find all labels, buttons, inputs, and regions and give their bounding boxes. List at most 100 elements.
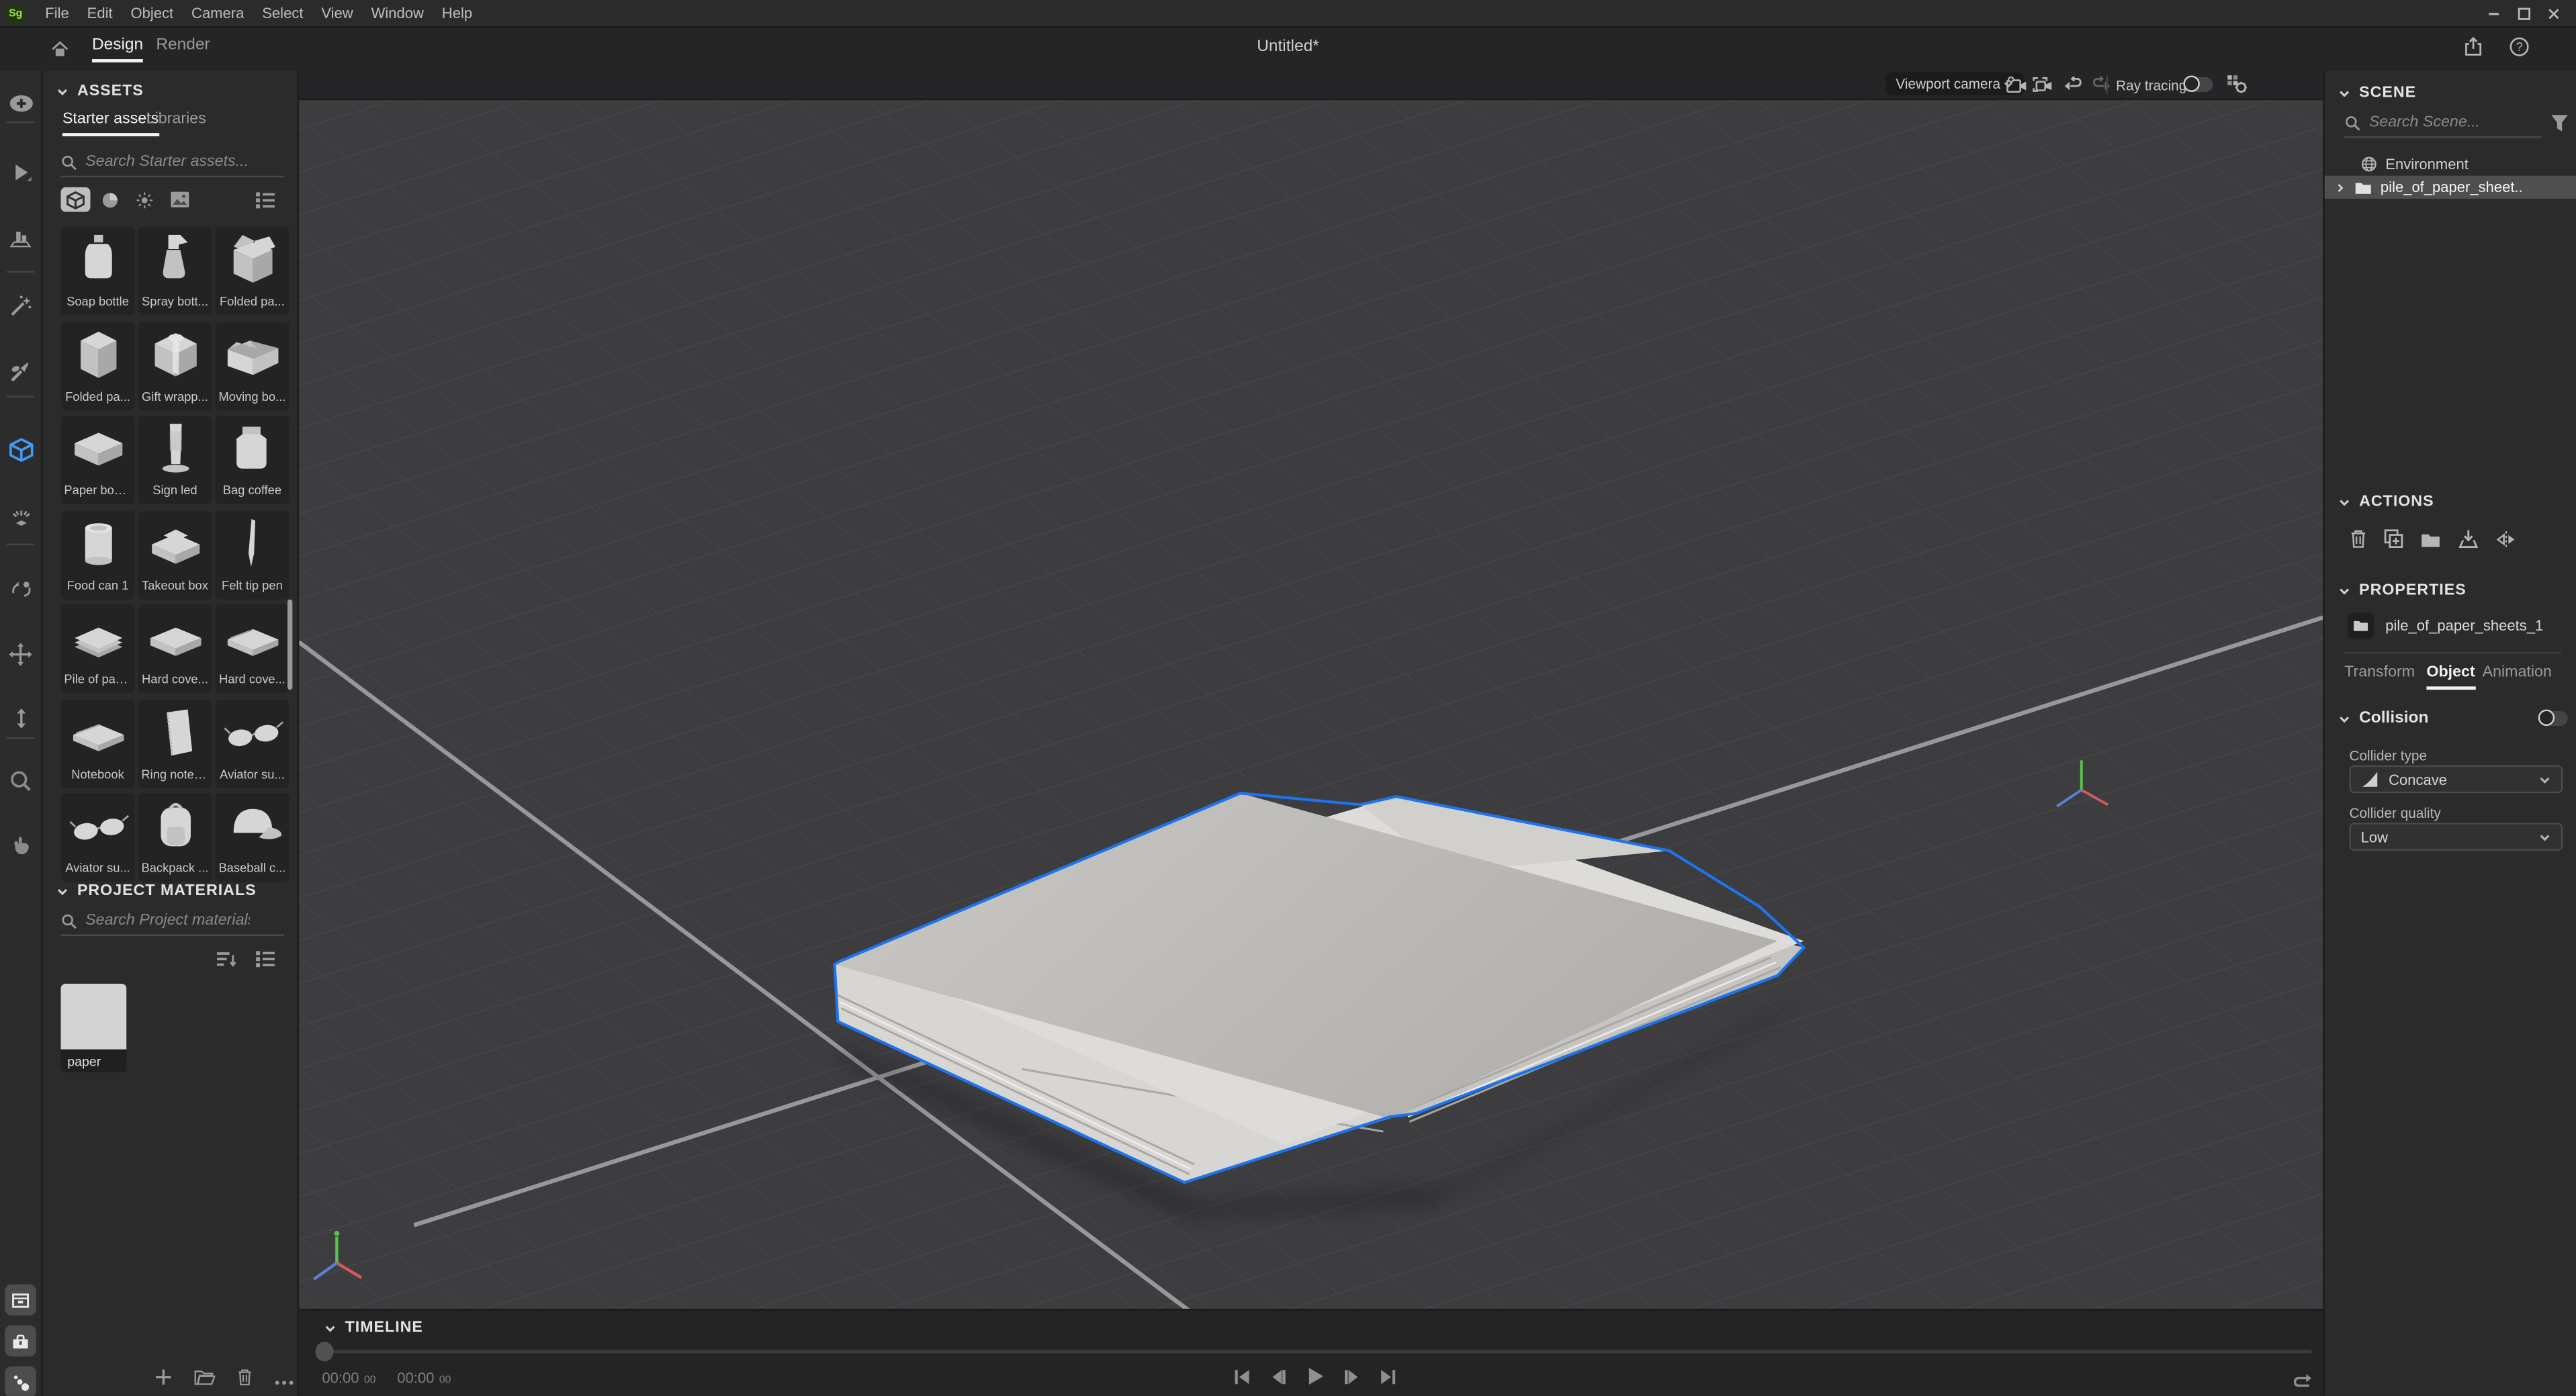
asset-tile[interactable]: Hard cove... — [138, 604, 212, 693]
asset-tile[interactable]: Gift wrapp... — [138, 321, 212, 410]
environment-light-tool[interactable] — [7, 502, 35, 530]
minimize-button[interactable] — [2484, 3, 2503, 23]
delete-action-button[interactable] — [2349, 527, 2367, 557]
add-tool[interactable] — [7, 89, 35, 117]
properties-tab-transform[interactable]: Transform — [2344, 663, 2415, 686]
camera-redo-button[interactable] — [2088, 74, 2115, 95]
asset-tile[interactable]: Food can 1 — [60, 510, 134, 598]
scene-header[interactable]: SCENE — [2338, 84, 2416, 102]
maximize-button[interactable] — [2514, 3, 2533, 23]
filter-images-button[interactable] — [165, 187, 194, 212]
camera-selector[interactable]: Viewport camera — [1886, 73, 2024, 95]
filter-lights-button[interactable] — [130, 187, 159, 212]
asset-tile[interactable]: Baseball c... — [215, 793, 289, 882]
play-button[interactable] — [1304, 1366, 1326, 1386]
asset-tile[interactable]: Soap bottle — [60, 227, 134, 316]
duplicate-action-button[interactable] — [2384, 527, 2403, 557]
asset-tile[interactable]: Hard cove... — [215, 604, 289, 693]
close-button[interactable] — [2543, 3, 2563, 23]
actions-header[interactable]: ACTIONS — [2338, 493, 2434, 511]
asset-tile[interactable]: Aviator su... — [215, 699, 289, 788]
asset-tile[interactable]: Folded pa... — [60, 321, 134, 410]
eyedropper-tool[interactable] — [7, 358, 35, 386]
collision-toggle[interactable] — [2540, 711, 2568, 726]
scale-tool[interactable] — [7, 704, 35, 733]
assets-scrollbar[interactable] — [287, 600, 292, 690]
menu-view[interactable]: View — [312, 0, 362, 26]
home-button[interactable] — [49, 38, 71, 67]
skip-to-start-button[interactable] — [1232, 1367, 1251, 1385]
collider-quality-select[interactable]: Low — [2349, 823, 2563, 851]
group-action-button[interactable] — [2420, 527, 2442, 557]
menu-object[interactable]: Object — [122, 0, 183, 26]
frame-camera-button[interactable] — [2031, 74, 2057, 95]
menu-camera[interactable]: Camera — [183, 0, 253, 26]
loop-playback-button[interactable] — [2292, 1368, 2313, 1396]
asset-tile[interactable]: Felt tip pen — [215, 510, 289, 598]
add-camera-button[interactable] — [2004, 74, 2031, 95]
scene-search[interactable] — [2344, 113, 2525, 132]
asset-tile[interactable]: Takeout box — [138, 510, 212, 598]
paper-stack-object[interactable] — [834, 793, 1804, 1182]
camera-undo-button[interactable] — [2060, 74, 2086, 95]
asset-tile[interactable]: Moving bo... — [215, 321, 289, 410]
select-tool[interactable] — [7, 158, 35, 186]
menu-select[interactable]: Select — [253, 0, 312, 26]
project-materials-header[interactable]: PROJECT MATERIALS — [56, 882, 256, 900]
particles-button[interactable] — [5, 1366, 36, 1396]
scene-search-input[interactable] — [2369, 113, 2525, 132]
asset-tile[interactable]: Paper box ... — [60, 416, 134, 504]
skip-to-end-button[interactable] — [1378, 1367, 1398, 1385]
asset-tile[interactable]: Notebook — [60, 699, 134, 788]
filter-models-button[interactable] — [60, 187, 90, 212]
playhead-knob[interactable] — [316, 1342, 334, 1361]
scene-node-environment[interactable]: Environment — [2325, 152, 2576, 175]
ray-tracing-toggle[interactable] — [2185, 77, 2213, 92]
asset-tile[interactable]: Pile of pap... — [60, 604, 134, 693]
assets-search[interactable] — [60, 152, 249, 171]
asset-tile[interactable]: Bag coffee — [215, 416, 289, 504]
primitive-cube-tool[interactable] — [7, 435, 35, 463]
materials-list-view-button[interactable] — [255, 947, 276, 977]
materials-search[interactable] — [60, 911, 249, 929]
asset-tile[interactable]: Folded pa... — [215, 227, 289, 316]
timeline-header[interactable]: TIMELINE — [324, 1319, 423, 1337]
delete-material-button[interactable] — [236, 1364, 253, 1394]
assets-header[interactable]: ASSETS — [56, 82, 144, 100]
tab-design[interactable]: Design — [92, 36, 143, 62]
menu-edit[interactable]: Edit — [78, 0, 122, 26]
orbit-tool[interactable] — [7, 575, 35, 603]
asset-tile[interactable]: Sign led — [138, 416, 212, 504]
mirror-action-button[interactable] — [2495, 527, 2517, 557]
asset-box-button[interactable] — [5, 1285, 36, 1315]
step-forward-button[interactable] — [1342, 1367, 1362, 1385]
asset-tile[interactable]: Spray bott... — [138, 227, 212, 316]
collision-section-header[interactable]: Collision — [2338, 710, 2428, 728]
asset-tile[interactable]: Ring noteb... — [138, 699, 212, 788]
assets-search-input[interactable] — [85, 152, 250, 171]
tab-libraries[interactable]: Libraries — [146, 110, 206, 133]
toolbox-button[interactable] — [5, 1325, 36, 1356]
timeline-track[interactable] — [324, 1350, 2311, 1353]
pan-tool[interactable] — [7, 831, 35, 859]
asset-list-view-button[interactable] — [255, 189, 276, 218]
properties-tab-object[interactable]: Object — [2426, 663, 2475, 690]
more-options-button[interactable] — [274, 1364, 294, 1394]
materials-search-input[interactable] — [85, 911, 250, 929]
tab-render[interactable]: Render — [156, 36, 210, 59]
viewport-3d[interactable] — [299, 100, 2323, 1309]
step-back-button[interactable] — [1268, 1367, 1288, 1385]
material-tile-paper[interactable]: paper — [60, 984, 126, 1072]
menu-window[interactable]: Window — [362, 0, 433, 26]
open-folder-button[interactable] — [194, 1364, 216, 1394]
collider-type-select[interactable]: Concave — [2349, 765, 2563, 794]
zoom-tool[interactable] — [7, 767, 35, 795]
move-tool[interactable] — [7, 641, 35, 669]
menu-file[interactable]: File — [36, 0, 78, 26]
navigation-axis-gizmo[interactable] — [314, 1231, 361, 1279]
stage-tool[interactable] — [7, 224, 35, 252]
menu-help[interactable]: Help — [433, 0, 481, 26]
scene-node-pile-of-paper[interactable]: pile_of_paper_sheet.. — [2325, 176, 2576, 199]
tab-starter-assets[interactable]: Starter assets — [62, 110, 159, 136]
materials-sort-button[interactable] — [215, 947, 238, 977]
